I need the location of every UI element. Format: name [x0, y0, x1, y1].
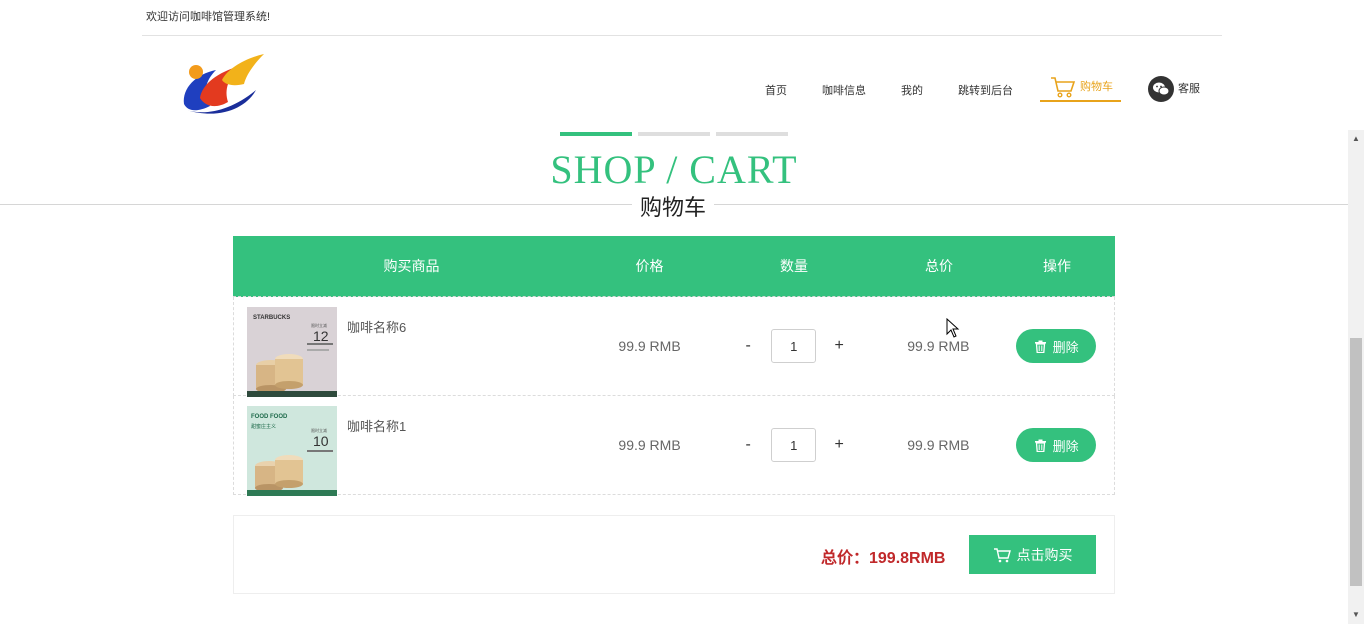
- title-decoration-bars: [560, 132, 794, 136]
- header-op: 操作: [1043, 258, 1071, 274]
- table-row: STARBUCKS 限时立减 12 咖啡名称6 99.9 RMB - 1 + 9…: [233, 297, 1115, 397]
- buy-button[interactable]: 点击购买: [969, 535, 1096, 574]
- table-header: 购买商品 价格 数量 总价 操作: [233, 236, 1115, 297]
- page-title-cn: 购物车: [632, 190, 715, 222]
- delete-button[interactable]: 删除: [1016, 329, 1097, 363]
- thumb-sub: 甜蜜庄主义: [251, 423, 276, 430]
- price-cell: 99.9 RMB: [618, 338, 681, 354]
- nav-service-label: 客服: [1178, 83, 1200, 95]
- thumb-brand: STARBUCKS: [253, 315, 290, 321]
- vertical-scrollbar[interactable]: ▲ ▼: [1348, 130, 1364, 624]
- thumb-brand: FOOD FOOD: [251, 414, 288, 420]
- welcome-text: 欢迎访问咖啡馆管理系统!: [146, 11, 271, 23]
- delete-button[interactable]: 删除: [1016, 428, 1097, 462]
- mouse-cursor-icon: [946, 318, 960, 338]
- table-row: FOOD FOOD 甜蜜庄主义 限时立减 10 咖啡名称1 99.9 RMB -: [233, 396, 1115, 496]
- buy-label: 点击购买: [1016, 546, 1073, 563]
- cart-icon: [1051, 77, 1076, 98]
- scrollbar-thumb[interactable]: [1350, 338, 1362, 586]
- trash-icon: [1034, 340, 1046, 353]
- op-cell: 删除: [998, 329, 1114, 363]
- nav-customer-service[interactable]: 客服: [1148, 76, 1200, 102]
- product-image[interactable]: STARBUCKS 限时立减 12: [247, 306, 337, 397]
- qty-decrease-button[interactable]: -: [738, 436, 758, 454]
- qty-increase-button[interactable]: +: [829, 337, 849, 355]
- section-title: SHOP / CART 购物车: [0, 130, 1348, 222]
- header-qty: 数量: [780, 258, 808, 274]
- total-price: 总价：199.8RMB: [821, 550, 946, 567]
- nav-coffee-info[interactable]: 咖啡信息: [822, 80, 866, 102]
- quantity-stepper: - +: [709, 428, 879, 462]
- product-name[interactable]: 咖啡名称1: [347, 416, 406, 435]
- header-price: 价格: [635, 258, 664, 274]
- nav-home[interactable]: 首页: [765, 80, 787, 102]
- price-cell: 99.9 RMB: [618, 437, 681, 453]
- cart-icon: [993, 547, 1011, 562]
- product-image[interactable]: FOOD FOOD 甜蜜庄主义 限时立减 10: [247, 405, 337, 496]
- op-cell: 删除: [998, 428, 1114, 462]
- page-title-en: SHOP / CART: [550, 147, 798, 192]
- thumb-price: 10: [313, 433, 329, 449]
- goods-cell: FOOD FOOD 甜蜜庄主义 限时立减 10 咖啡名称1: [234, 396, 590, 496]
- delete-label: 删除: [1052, 438, 1079, 454]
- subtotal-cell: 99.9 RMB: [907, 437, 970, 453]
- subtotal-cell: 99.9 RMB: [907, 338, 970, 354]
- qty-input[interactable]: [771, 428, 817, 462]
- main-nav: 首页 咖啡信息 我的 跳转到后台 购物车 客服: [730, 76, 1200, 102]
- title-bar-active: [560, 132, 632, 136]
- wechat-icon: [1148, 76, 1174, 102]
- header: 首页 咖啡信息 我的 跳转到后台 购物车 客服: [142, 36, 1222, 130]
- top-bar: 欢迎访问咖啡馆管理系统!: [142, 0, 1222, 36]
- scroll-down-arrow-icon[interactable]: ▼: [1348, 608, 1364, 622]
- trash-icon: [1034, 439, 1046, 452]
- qty-input[interactable]: [771, 329, 817, 363]
- cart-table: 购买商品 价格 数量 总价 操作 STARBUCKS 限时立减 12 咖啡名称6…: [233, 236, 1115, 496]
- nav-cart-label: 购物车: [1080, 81, 1113, 93]
- goods-cell: STARBUCKS 限时立减 12 咖啡名称6: [234, 297, 590, 397]
- nav-backend[interactable]: 跳转到后台: [958, 80, 1013, 102]
- thumb-price: 12: [313, 328, 329, 344]
- nav-mine[interactable]: 我的: [901, 80, 923, 102]
- header-total: 总价: [925, 258, 953, 274]
- header-goods: 购买商品: [383, 258, 440, 274]
- qty-increase-button[interactable]: +: [829, 436, 849, 454]
- qty-decrease-button[interactable]: -: [738, 337, 758, 355]
- scroll-up-arrow-icon[interactable]: ▲: [1348, 132, 1364, 146]
- site-logo[interactable]: [176, 50, 266, 118]
- title-bar: [638, 132, 710, 136]
- title-bar: [716, 132, 788, 136]
- nav-cart[interactable]: 购物车: [1040, 76, 1121, 102]
- quantity-stepper: - +: [709, 329, 879, 363]
- product-name[interactable]: 咖啡名称6: [347, 317, 406, 336]
- cart-summary: 总价：199.8RMB 点击购买: [233, 515, 1115, 594]
- delete-label: 删除: [1052, 339, 1079, 355]
